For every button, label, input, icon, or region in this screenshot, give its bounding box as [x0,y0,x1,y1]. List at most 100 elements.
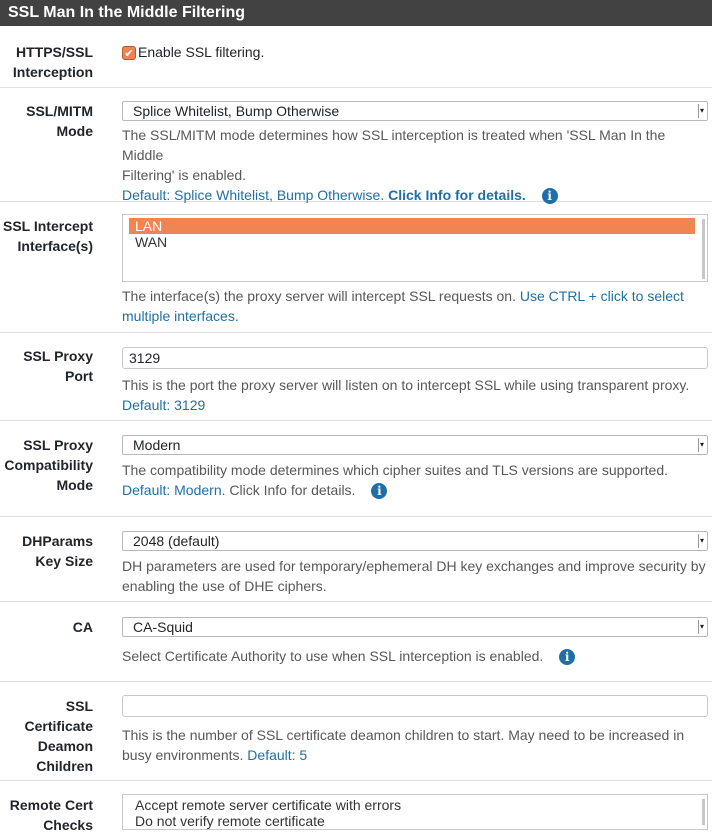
mitm-mode-content: Splice Whitelist, Bump Otherwise ▾ The S… [122,101,708,205]
mitm-mode-selected: Splice Whitelist, Bump Otherwise [133,103,340,119]
label-line: Interface(s) [17,238,93,254]
proxy-port-default: Default: 3129 [122,397,206,413]
help-line: This is the port the proxy server will l… [122,377,690,393]
cert-daemon-label: SSL Certificate Deamon Children [0,696,93,776]
help-text: busy environments. [122,747,244,763]
compat-mode-default: Default: Modern. Click Info for details.… [122,480,708,500]
remote-cert-content: Accept remote server certificate with er… [122,794,708,830]
proxy-port-input[interactable]: 3129 [122,347,708,369]
row-mitm-mode: SSL/MITM Mode Splice Whitelist, Bump Oth… [0,88,712,205]
row-intercept-interfaces: SSL Intercept Interface(s) LAN WAN The i… [0,202,712,333]
row-ssl-interception: HTTPS/SSL Interception ✔ Enable SSL filte… [0,26,712,88]
mitm-mode-help: The SSL/MITM mode determines how SSL int… [122,125,708,205]
mitm-mode-select[interactable]: Splice Whitelist, Bump Otherwise ▾ [122,101,708,121]
dhparams-selected: 2048 (default) [133,533,220,549]
proxy-port-content: 3129 This is the port the proxy server w… [122,347,708,415]
remote-cert-option[interactable]: Accept remote server certificate with er… [129,797,695,813]
compat-mode-selected: Modern [133,437,181,453]
help-text: The interface(s) the proxy server will i… [122,288,516,304]
help-line: The interface(s) the proxy server will i… [122,286,708,306]
label-line: Interception [12,64,93,80]
dhparams-select[interactable]: 2048 (default) ▾ [122,531,708,551]
compat-mode-help: The compatibility mode determines which … [122,460,708,500]
label-line: Key Size [35,553,93,569]
ssl-interception-content: ✔ Enable SSL filtering. [122,42,708,62]
row-proxy-port: SSL Proxy Port 3129 This is the port the… [0,333,712,421]
proxy-port-help: This is the port the proxy server will l… [122,375,708,415]
label-line: SSL Proxy [23,437,93,453]
checkmark-icon: ✔ [124,48,134,61]
proxy-port-label: SSL Proxy Port [0,346,93,386]
row-compat-mode: SSL Proxy Compatibility Mode Modern ▾ Th… [0,421,712,517]
ca-help: Select Certificate Authority to use when… [122,646,708,666]
listbox-scrollbar[interactable] [702,219,705,279]
interface-option-lan[interactable]: LAN [129,218,695,234]
help-line: Filtering' is enabled. [122,167,247,183]
ca-selected: CA-Squid [133,619,193,635]
ssl-interception-label: HTTPS/SSL Interception [0,42,93,82]
label-line: SSL Proxy [23,348,93,364]
chevron-down-icon: ▾ [698,534,705,548]
label-line: SSL/MITM [26,103,93,119]
panel-title: SSL Man In the Middle Filtering [0,0,712,26]
label-line: Compatibility [4,457,93,473]
label-line: DHParams [22,533,93,549]
help-line: This is the number of SSL certificate de… [122,727,685,743]
row-dhparams: DHParams Key Size 2048 (default) ▾ DH pa… [0,517,712,602]
compat-mode-content: Modern ▾ The compatibility mode determin… [122,435,708,500]
dhparams-content: 2048 (default) ▾ DH parameters are used … [122,531,708,596]
mitm-mode-info-text: Click Info for details. [388,187,526,203]
remote-cert-listbox[interactable]: Accept remote server certificate with er… [122,794,708,830]
enable-ssl-filtering-checkbox[interactable]: ✔ [122,46,136,61]
help-hint: multiple interfaces. [122,308,239,324]
cert-daemon-default: Default: 5 [247,747,308,763]
enable-ssl-filtering-label[interactable]: Enable SSL filtering. [138,44,264,60]
help-line: The SSL/MITM mode determines how SSL int… [122,127,666,163]
label-line: Mode [56,477,93,493]
compat-mode-default-text: Default: Modern. [122,482,226,498]
cert-daemon-help: This is the number of SSL certificate de… [122,725,708,765]
help-line: DH parameters are used for temporary/eph… [122,558,706,574]
ca-label: CA [72,619,93,635]
cert-daemon-input[interactable] [122,695,708,717]
chevron-down-icon: ▾ [698,104,705,118]
chevron-down-icon: ▾ [698,620,705,634]
intercept-interfaces-content: LAN WAN The interface(s) the proxy serve… [122,214,708,326]
label-line: HTTPS/SSL [15,44,93,60]
compat-mode-label: SSL Proxy Compatibility Mode [0,435,93,495]
ca-help-text: Select Certificate Authority to use when… [122,648,544,664]
label-line: Port [65,368,93,384]
row-cert-daemon: SSL Certificate Deamon Children This is … [0,682,712,781]
dhparams-label: DHParams Key Size [0,531,93,571]
mitm-mode-default-text: Default: Splice Whitelist, Bump Otherwis… [122,187,385,203]
label-line: SSL Intercept [3,218,93,234]
intercept-interfaces-label: SSL Intercept Interface(s) [0,216,93,256]
row-ca: CA CA-Squid ▾ Select Certificate Authori… [0,602,712,682]
chevron-down-icon: ▾ [698,438,705,452]
compat-mode-info-text: Click Info for details. [229,482,356,498]
intercept-interfaces-help: The interface(s) the proxy server will i… [122,286,708,326]
interface-option-wan[interactable]: WAN [129,234,695,250]
help-line: busy environments. Default: 5 [122,745,708,765]
remote-cert-option[interactable]: Do not verify remote certificate [129,813,695,829]
help-line: The compatibility mode determines which … [122,462,669,478]
ca-content: CA-Squid ▾ Select Certificate Authority … [122,617,708,666]
listbox-scrollbar[interactable] [702,799,705,825]
label-line: Checks [43,817,93,833]
label-line: Mode [56,123,93,139]
dhparams-help: DH parameters are used for temporary/eph… [122,556,708,596]
ca-select[interactable]: CA-Squid ▾ [122,617,708,637]
remote-cert-label: Remote Cert Checks [0,795,93,835]
label-line: Certificate [24,718,93,734]
compat-mode-select[interactable]: Modern ▾ [122,435,708,455]
interfaces-listbox[interactable]: LAN WAN [122,214,708,282]
label-line: Deamon [37,738,93,754]
row-remote-cert: Remote Cert Checks Accept remote server … [0,781,712,835]
help-hint: Use CTRL + click to select [519,288,684,304]
label-line: SSL [65,698,93,714]
mitm-mode-label: SSL/MITM Mode [0,101,93,141]
info-icon[interactable]: i [559,649,576,666]
label-line: Children [36,758,93,774]
info-icon[interactable]: i [371,483,388,500]
help-line: enabling the use of DHE ciphers. [122,578,327,594]
